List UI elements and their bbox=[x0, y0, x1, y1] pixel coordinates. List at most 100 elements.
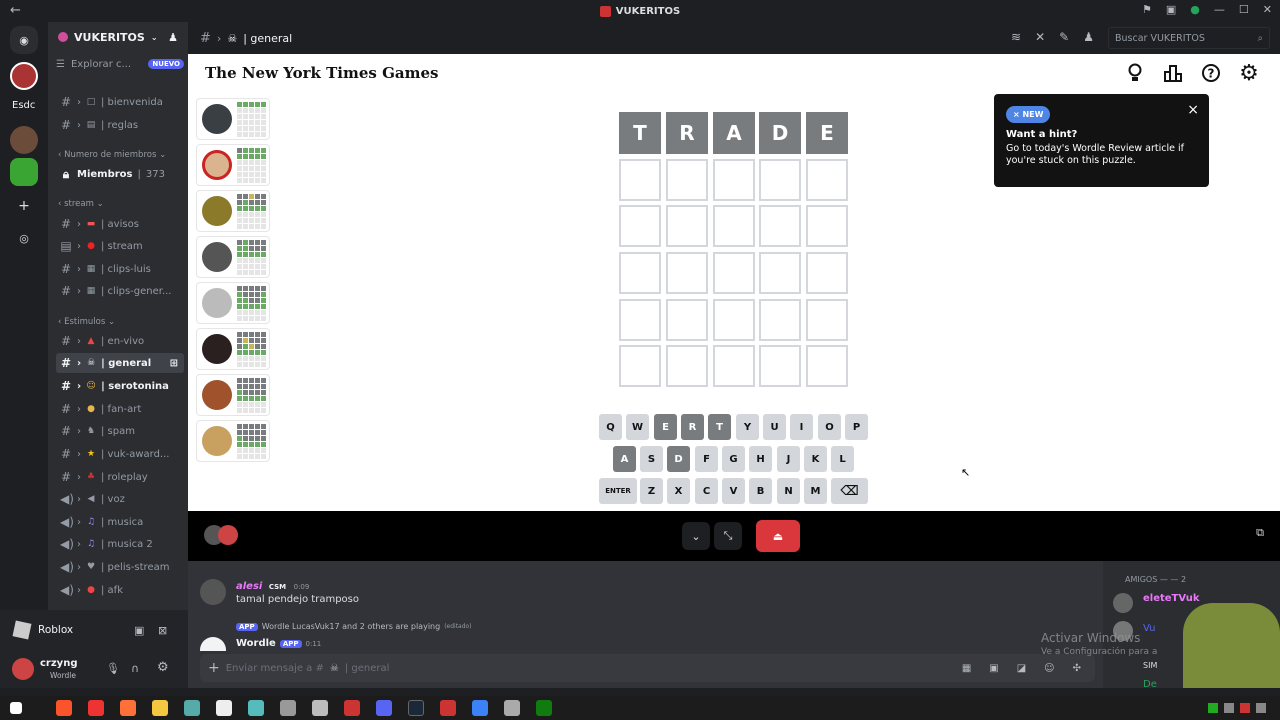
app-icon[interactable] bbox=[344, 700, 360, 716]
channel-general[interactable]: # › ☠ | general ⊞ bbox=[56, 353, 184, 373]
key-i[interactable]: I bbox=[790, 414, 813, 440]
key-r[interactable]: R bbox=[681, 414, 704, 440]
key-v[interactable]: V bbox=[722, 478, 745, 504]
settings-gear-icon[interactable]: ⚙ bbox=[1238, 61, 1260, 86]
key-w[interactable]: W bbox=[626, 414, 649, 440]
key-f[interactable]: F bbox=[695, 446, 718, 472]
channel-bienvenida[interactable]: # › □ | bienvenida bbox=[56, 92, 184, 112]
app-icon[interactable] bbox=[312, 700, 328, 716]
key-a[interactable]: A bbox=[613, 446, 636, 472]
key-z[interactable]: Z bbox=[640, 478, 663, 504]
key-x[interactable]: X bbox=[667, 478, 690, 504]
avatar[interactable] bbox=[200, 579, 226, 605]
hint-body[interactable]: Go to today's Wordle Review article if y… bbox=[1006, 143, 1197, 167]
apps-icon[interactable]: ✣ bbox=[1073, 663, 1081, 674]
add-server-icon[interactable]: + bbox=[10, 192, 38, 220]
channel-stream[interactable]: ▤ › ● | stream bbox=[56, 236, 184, 256]
backspace-key[interactable]: ⌫ bbox=[831, 478, 868, 504]
key-e[interactable]: E bbox=[654, 414, 677, 440]
microphone-icon[interactable]: 🎙︎ bbox=[106, 662, 120, 675]
channel-fan-art[interactable]: # › ● | fan-art bbox=[56, 399, 184, 419]
avatar[interactable] bbox=[1113, 593, 1133, 613]
key-k[interactable]: K bbox=[804, 446, 827, 472]
collapse-button[interactable]: ⌄ bbox=[682, 522, 710, 550]
member-name[interactable]: De bbox=[1143, 679, 1157, 690]
channel-serotonina[interactable]: # › ☺ | serotonina bbox=[56, 376, 184, 396]
close-button[interactable]: ✕ bbox=[1263, 3, 1272, 16]
steam-icon[interactable] bbox=[408, 700, 424, 716]
key-l[interactable]: L bbox=[831, 446, 854, 472]
key-q[interactable]: Q bbox=[599, 414, 622, 440]
player-card[interactable] bbox=[196, 236, 270, 278]
channel-roleplay[interactable]: # › ♣ | roleplay bbox=[56, 467, 184, 487]
player-card[interactable] bbox=[196, 190, 270, 232]
channel-avisos[interactable]: # › ▬ | avisos bbox=[56, 214, 184, 234]
message-author[interactable]: Wordle bbox=[236, 638, 276, 649]
channel-spam[interactable]: # › ♞ | spam bbox=[56, 421, 184, 441]
app-icon[interactable] bbox=[248, 700, 264, 716]
flag-icon[interactable]: ⚑ bbox=[1142, 3, 1152, 16]
member-name[interactable]: SIM bbox=[1143, 661, 1157, 670]
mute-bell-icon[interactable]: ✕ bbox=[1035, 30, 1045, 44]
key-b[interactable]: B bbox=[749, 478, 772, 504]
emoji-icon[interactable]: ☺ bbox=[1044, 663, 1054, 674]
voice-channel-voz[interactable]: ◀) › ◀ | voz bbox=[56, 489, 184, 509]
add-attachment-icon[interactable]: + bbox=[208, 660, 220, 676]
channel-vuk-awards[interactable]: # › ★ | vuk-award... bbox=[56, 444, 184, 464]
hint-bulb-icon[interactable] bbox=[1124, 62, 1146, 84]
category-stimulus[interactable]: ‹ Estimulos ⌄ bbox=[58, 317, 115, 327]
key-enter[interactable]: ENTER bbox=[599, 478, 637, 504]
system-tray[interactable] bbox=[1208, 703, 1266, 713]
popout-icon[interactable]: ⧉ bbox=[1256, 526, 1264, 540]
key-d[interactable]: D bbox=[667, 446, 690, 472]
leave-activity-button[interactable]: ⏏ bbox=[756, 520, 800, 552]
gift-icon[interactable]: ▦ bbox=[962, 663, 971, 674]
player-card[interactable] bbox=[196, 144, 270, 186]
settings-gear-icon[interactable]: ⚙ bbox=[157, 660, 169, 675]
channel-reglas[interactable]: # › ▤ | reglas bbox=[56, 115, 184, 135]
key-m[interactable]: M bbox=[804, 478, 827, 504]
back-arrow-icon[interactable]: ← bbox=[10, 3, 21, 18]
voice-channel-musica-2[interactable]: ◀) › ♫ | musica 2 bbox=[56, 534, 184, 554]
channel-clips-luis[interactable]: # › ▦ | clips-luis bbox=[56, 259, 184, 279]
disconnect-icon[interactable]: ⊠ bbox=[158, 624, 167, 637]
explore-channels[interactable]: ☰ Explorar c... NUEVO bbox=[56, 54, 184, 74]
roblox-taskbar-icon[interactable] bbox=[88, 700, 104, 716]
category-stream[interactable]: ‹ stream ⌄ bbox=[58, 199, 104, 209]
player-card[interactable] bbox=[196, 98, 270, 140]
channel-en-vivo[interactable]: # › ▲ | en-vivo bbox=[56, 331, 184, 351]
channel-members[interactable]: 🔒︎ Miembros | 373 bbox=[56, 164, 184, 184]
app-icon[interactable] bbox=[440, 700, 456, 716]
explore-servers-icon[interactable]: ◎ bbox=[10, 224, 38, 252]
key-t[interactable]: T bbox=[708, 414, 731, 440]
windows-start-icon[interactable] bbox=[10, 702, 22, 714]
notion-icon[interactable] bbox=[216, 700, 232, 716]
pin-icon[interactable]: ✎ bbox=[1059, 30, 1069, 44]
member-list-icon[interactable]: ♟ bbox=[1083, 30, 1094, 44]
avatar[interactable] bbox=[12, 658, 34, 680]
member-name[interactable]: eleteTVuk bbox=[1143, 593, 1200, 604]
xbox-icon[interactable] bbox=[536, 700, 552, 716]
key-s[interactable]: S bbox=[640, 446, 663, 472]
activity-panel[interactable]: Roblox bbox=[12, 620, 73, 640]
inbox-icon[interactable]: ▣ bbox=[1166, 3, 1176, 16]
headphones-icon[interactable]: ∩ bbox=[131, 662, 139, 675]
screen-share-icon[interactable]: ▣ bbox=[134, 624, 144, 637]
key-n[interactable]: N bbox=[777, 478, 800, 504]
minimize-button[interactable]: — bbox=[1214, 3, 1225, 16]
player-card[interactable] bbox=[196, 282, 270, 324]
server-icon-2[interactable] bbox=[10, 126, 38, 154]
stats-icon[interactable] bbox=[1162, 62, 1184, 84]
member-name[interactable]: Vu bbox=[1143, 623, 1156, 634]
help-question-icon[interactable]: ? bbox=[1200, 62, 1222, 84]
key-j[interactable]: J bbox=[777, 446, 800, 472]
avatar[interactable] bbox=[200, 637, 226, 651]
minimize-activity-button[interactable]: ⤡ bbox=[714, 522, 742, 550]
voice-channel-afk[interactable]: ◀) › ● | afk bbox=[56, 580, 184, 600]
voice-channel-pelis-stream[interactable]: ◀) › ♥ | pelis-stream bbox=[56, 557, 184, 577]
message-input[interactable]: + Enviar mensaje a # ☠ | general ▦ ▣ ◪ ☺… bbox=[200, 654, 1095, 682]
key-c[interactable]: C bbox=[695, 478, 718, 504]
app-icon[interactable] bbox=[472, 700, 488, 716]
add-member-icon[interactable]: ♟ bbox=[168, 31, 178, 44]
maximize-button[interactable]: ☐ bbox=[1239, 3, 1249, 16]
